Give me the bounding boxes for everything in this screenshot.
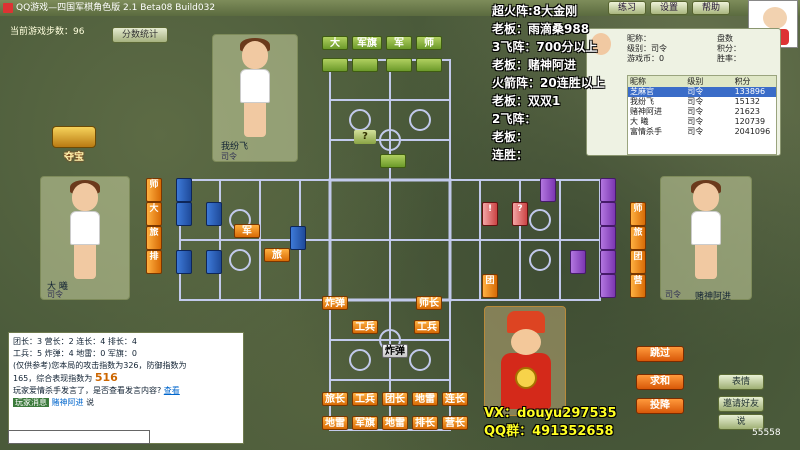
player-avatar bbox=[60, 180, 110, 283]
chat-line: 团长：3 营长：2 连长：4 排长：4 bbox=[13, 337, 137, 346]
piece[interactable]: 军旗 bbox=[352, 36, 382, 50]
invite-button[interactable]: 邀请好友 bbox=[718, 396, 764, 412]
chat-input[interactable] bbox=[8, 430, 150, 444]
piece[interactable] bbox=[290, 226, 306, 250]
fortune-god-figure bbox=[484, 306, 566, 416]
piece[interactable] bbox=[176, 178, 192, 202]
piece[interactable]: 营 bbox=[630, 274, 646, 298]
piece[interactable]: 军 bbox=[386, 36, 412, 50]
piece[interactable] bbox=[416, 58, 442, 72]
piece[interactable] bbox=[206, 250, 222, 274]
chat-say: 说 bbox=[86, 398, 95, 407]
view-link[interactable]: 查看 bbox=[164, 386, 180, 395]
treasure-button[interactable]: 夺宝 bbox=[48, 122, 100, 163]
list-item[interactable]: 芝麻官 司令 133896 bbox=[628, 87, 776, 97]
piece[interactable]: 团长 bbox=[382, 392, 408, 406]
piece[interactable]: 团 bbox=[482, 274, 498, 298]
info-coins: 游戏币：0 bbox=[627, 54, 665, 63]
player-card-right[interactable]: 司令 赌神阿进 bbox=[660, 176, 752, 302]
promo-vx: VX：douyu297535 bbox=[484, 406, 617, 421]
piece[interactable] bbox=[206, 202, 222, 226]
piece[interactable] bbox=[570, 250, 586, 274]
piece[interactable]: 大 bbox=[322, 36, 348, 50]
piece[interactable] bbox=[322, 58, 348, 72]
unknown-piece[interactable]: ! bbox=[482, 202, 498, 226]
player-card-left[interactable]: 大 曦 司令 bbox=[40, 176, 130, 300]
treasure-chest-icon bbox=[52, 126, 96, 148]
piece[interactable]: 旅长 bbox=[322, 392, 348, 406]
chat-user[interactable]: 赌神阿进 bbox=[52, 398, 84, 407]
piece[interactable] bbox=[386, 58, 412, 72]
list-item[interactable]: 富情杀手 司令 2041096 bbox=[628, 127, 776, 137]
piece[interactable] bbox=[600, 250, 616, 274]
piece[interactable]: 地雷 bbox=[322, 416, 348, 430]
unknown-piece[interactable]: ? bbox=[512, 202, 528, 226]
piece[interactable]: 炸弹 bbox=[322, 296, 348, 310]
piece[interactable] bbox=[352, 58, 378, 72]
info-winrate: 胜率： bbox=[717, 54, 741, 63]
piece[interactable]: 营长 bbox=[442, 416, 468, 430]
piece[interactable]: 工兵 bbox=[352, 320, 378, 334]
chat-line: (仅供参考)您本局的攻击指数为326，防御指数为 bbox=[13, 361, 187, 370]
piece[interactable]: 工兵 bbox=[414, 320, 440, 334]
chat-line: 165，综合表现指数为 516 bbox=[13, 371, 118, 384]
piece[interactable]: 工兵 bbox=[352, 392, 378, 406]
piece[interactable]: 军 bbox=[234, 224, 260, 238]
piece[interactable] bbox=[600, 202, 616, 226]
piece[interactable] bbox=[600, 274, 616, 298]
piece[interactable] bbox=[600, 226, 616, 250]
selected-piece[interactable]: 炸弹 bbox=[382, 344, 408, 358]
piece[interactable]: 地雷 bbox=[412, 392, 438, 406]
piece[interactable]: 军旗 bbox=[352, 416, 378, 430]
system-tag: 玩家消息 bbox=[13, 398, 49, 407]
chat-line: 工兵：5 炸弹：4 地雷：0 军旗：0 bbox=[13, 349, 137, 358]
player-rank: 司令 bbox=[665, 290, 681, 299]
piece[interactable]: 连长 bbox=[442, 392, 468, 406]
piece[interactable]: 旅 bbox=[264, 248, 290, 262]
player-avatar bbox=[681, 180, 731, 283]
piece[interactable]: 师 bbox=[146, 178, 162, 202]
promo-qq: QQ群：491352658 bbox=[484, 424, 614, 439]
chat-log[interactable]: 团长：3 营长：2 连长：4 排长：4 工兵：5 炸弹：4 地雷：0 军旗：0 … bbox=[8, 332, 244, 444]
piece[interactable]: 排 bbox=[146, 250, 162, 274]
player-name: 赌神阿进 bbox=[695, 292, 732, 302]
emote-button[interactable]: 表情 bbox=[718, 374, 764, 390]
player-rank: 司令 bbox=[47, 290, 63, 299]
player-list-header: 昵称 级别 积分 bbox=[628, 76, 776, 87]
chat-line: 玩家消息 赌神阿进 说 bbox=[13, 397, 239, 409]
peace-button[interactable]: 求和 bbox=[636, 374, 684, 390]
piece[interactable]: 排长 bbox=[412, 416, 438, 430]
skip-button[interactable]: 跳过 bbox=[636, 346, 684, 362]
chat-line: 玩家爱情杀手发言了，是否查看发言内容? 查看 bbox=[13, 386, 180, 395]
step-count: 当前游戏步数：96 bbox=[10, 27, 85, 37]
piece[interactable]: 旅 bbox=[630, 226, 646, 250]
piece[interactable] bbox=[600, 178, 616, 202]
list-item[interactable]: 大 曦司令 120739 bbox=[628, 117, 776, 127]
list-item[interactable]: 我纷飞 司令 15132 bbox=[628, 97, 776, 107]
list-item[interactable]: 赌神阿进 司令 21623 bbox=[628, 107, 776, 117]
app-flag-icon bbox=[3, 3, 13, 13]
piece[interactable]: 师 bbox=[416, 36, 442, 50]
piece[interactable] bbox=[380, 154, 406, 168]
piece[interactable] bbox=[176, 202, 192, 226]
help-button[interactable]: 帮助 bbox=[692, 1, 730, 15]
room-number: 55558 bbox=[752, 428, 781, 438]
piece[interactable]: 大 bbox=[146, 202, 162, 226]
surrender-button[interactable]: 投降 bbox=[636, 398, 684, 414]
piece[interactable]: 师长 bbox=[416, 296, 442, 310]
player-list[interactable]: 昵称 级别 积分 芝麻官 司令 133896 我纷飞 司令 15132 赌神阿进 司令 2162… bbox=[627, 75, 777, 155]
settings-button[interactable]: 设置 bbox=[650, 1, 688, 15]
piece[interactable]: 师 bbox=[630, 202, 646, 226]
piece[interactable]: 旅 bbox=[146, 226, 162, 250]
stream-overlay: 超火阵:8大金刚 老板：雨滴桑988 3飞阵：700分以上 老板：赌神阿进 火箭… bbox=[492, 4, 605, 162]
treasure-label: 夺宝 bbox=[64, 152, 84, 163]
piece[interactable]: 团 bbox=[630, 250, 646, 274]
unknown-piece[interactable]: ? bbox=[354, 130, 376, 144]
piece[interactable]: 地雷 bbox=[382, 416, 408, 430]
piece[interactable] bbox=[540, 178, 556, 202]
piece[interactable] bbox=[176, 250, 192, 274]
